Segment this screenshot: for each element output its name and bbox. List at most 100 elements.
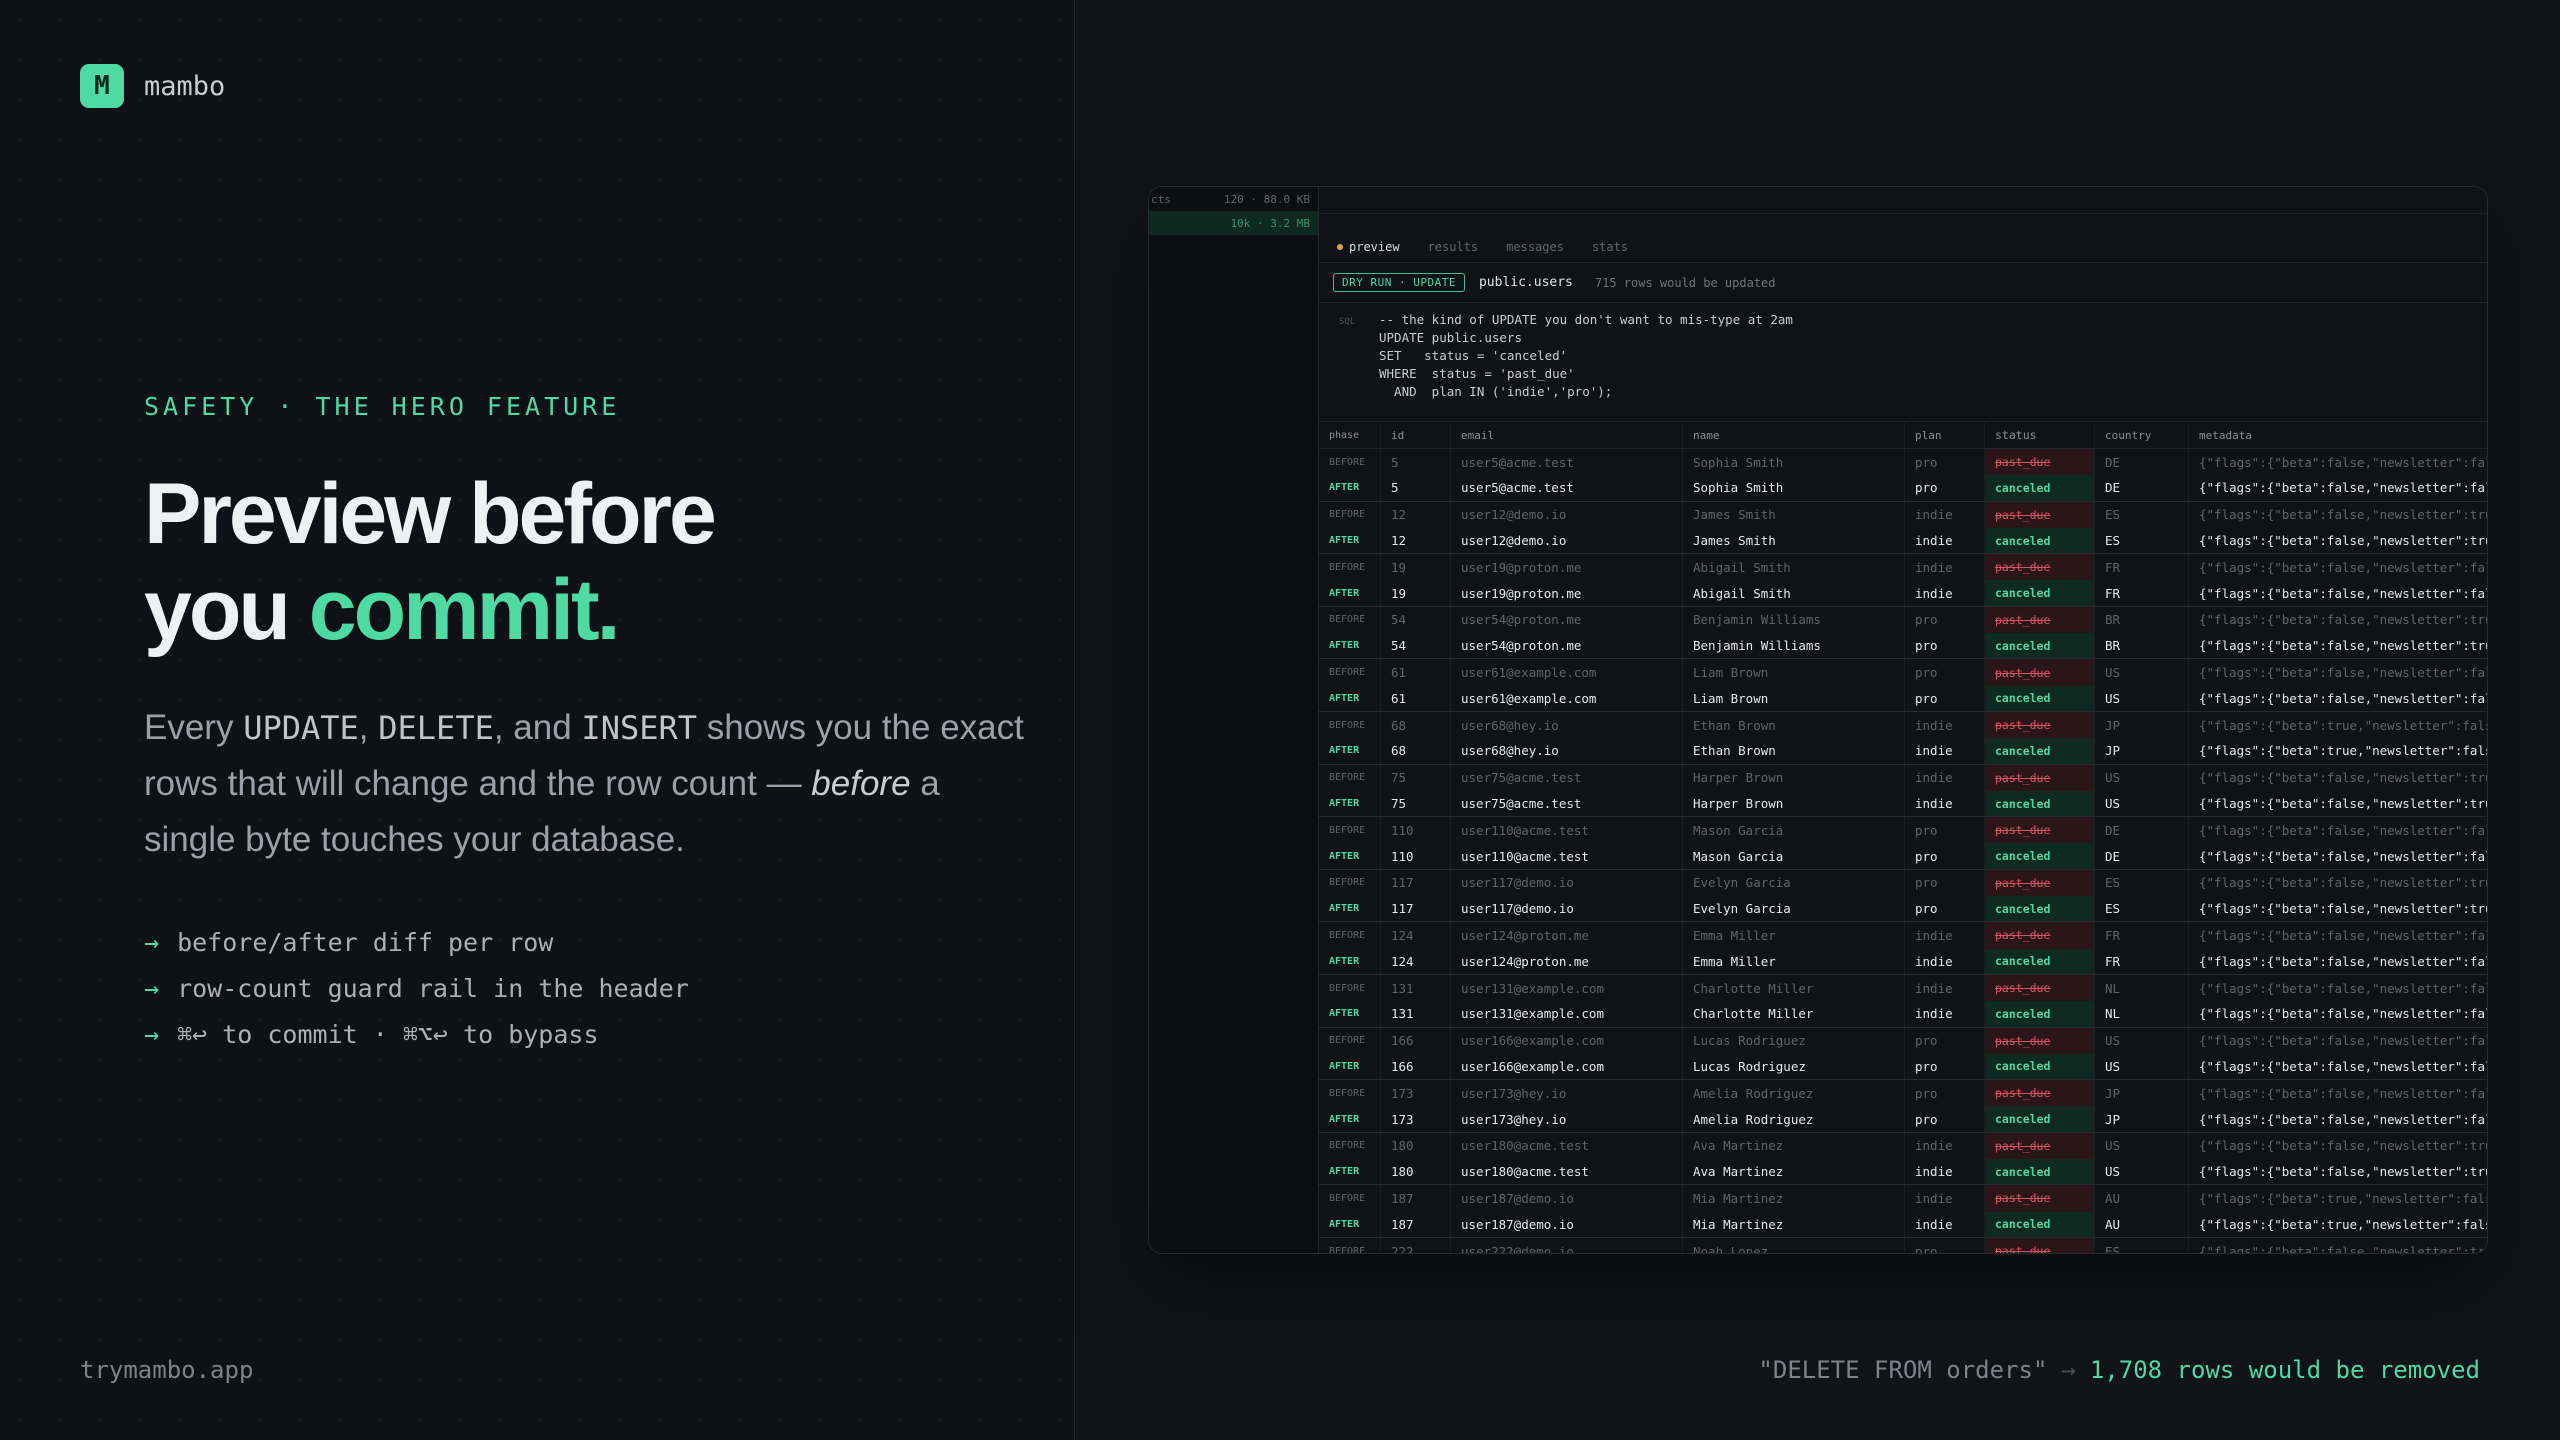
- column-header-metadata[interactable]: metadata: [2189, 422, 2487, 448]
- cell-email: user61@example.com: [1451, 659, 1683, 686]
- table-row[interactable]: AFTER 131 user131@example.com Charlotte Mil…: [1319, 1001, 2487, 1028]
- sidebar-item-label: cts: [1151, 192, 1171, 206]
- table-row[interactable]: AFTER 68 user68@hey.io Ethan Brown indie canc…: [1319, 738, 2488, 765]
- cell-name: Benjamin Williams: [1683, 606, 1905, 634]
- column-header-phase[interactable]: phase: [1319, 422, 1381, 448]
- table-row[interactable]: AFTER 110 user110@acme.test Mason Garcia pro…: [1319, 843, 2487, 870]
- cell-metadata: {"flags":{"beta":false,"newsletter":true…: [2199, 796, 2488, 811]
- keyword-insert: INSERT: [581, 709, 698, 747]
- column-header-id[interactable]: id: [1381, 422, 1451, 448]
- cell-id: 110: [1381, 843, 1451, 869]
- cell-metadata: {"flags":{"beta":false,"newsletter":fals…: [2199, 822, 2487, 838]
- cell-plan: pro: [1905, 1237, 1985, 1253]
- arrow-icon: →: [144, 1020, 160, 1049]
- cell-metadata: {"flags":{"beta":false,"newsletter":true…: [2199, 1243, 2488, 1254]
- tab-results[interactable]: results: [1428, 240, 1479, 254]
- table-row[interactable]: BEFORE 124 user124@proton.me Emma Miller ind…: [1319, 922, 2487, 949]
- table-row[interactable]: AFTER 75 user75@acme.test Harper Brown indie…: [1319, 790, 2488, 818]
- column-header-email[interactable]: email: [1451, 422, 1683, 448]
- cell-phase: BEFORE: [1319, 1080, 1381, 1107]
- cell-id: 187: [1381, 1211, 1451, 1237]
- cell-name: Ava Martinez: [1683, 1132, 1905, 1160]
- table-row[interactable]: AFTER 54 user54@proton.me Benjamin Williams…: [1319, 633, 2487, 660]
- table-row[interactable]: BEFORE 117 user117@demo.io Evelyn Garcia pro…: [1319, 869, 2487, 897]
- table-row[interactable]: BEFORE 61 user61@example.com Liam Brown pro p…: [1319, 659, 2487, 686]
- table-row[interactable]: AFTER 117 user117@demo.io Evelyn Garcia pro c…: [1319, 896, 2487, 923]
- cell-phase: BEFORE: [1319, 817, 1381, 844]
- column-header-status[interactable]: status: [1985, 422, 2095, 448]
- cell-metadata: {"flags":{"beta":false,"newsletter":fals…: [2199, 927, 2487, 943]
- table-row[interactable]: BEFORE 12 user12@demo.io James Smith indie pa…: [1319, 501, 2487, 528]
- table-row[interactable]: BEFORE 68 user68@hey.io Ethan Brown indie pas…: [1319, 711, 2488, 739]
- cell-email: user117@demo.io: [1451, 896, 1683, 922]
- cell-country: FR: [2095, 554, 2189, 581]
- brand[interactable]: M mambo: [80, 64, 225, 108]
- table-row[interactable]: BEFORE 187 user187@demo.io Mia Martinez indi…: [1319, 1185, 2487, 1212]
- cell-metadata: {"flags":{"beta":true,"newsletter":false…: [2199, 743, 2488, 759]
- table-row[interactable]: AFTER 124 user124@proton.me Emma Miller indi…: [1319, 948, 2487, 975]
- feature-text: ⌘↩ to commit · ⌘⌥↩ to bypass: [177, 1020, 599, 1049]
- cell-email: user187@demo.io: [1451, 1211, 1683, 1237]
- cell-metadata: {"flags":{"beta":false,"newsletter":fals…: [2199, 1085, 2487, 1101]
- table-row[interactable]: AFTER 187 user187@demo.io Mia Martinez indie…: [1319, 1211, 2487, 1238]
- lede-text: ,: [358, 708, 379, 747]
- cell-phase: AFTER: [1319, 948, 1381, 974]
- table-row[interactable]: BEFORE 180 user180@acme.test Ava Martinez in…: [1319, 1132, 2487, 1160]
- table-row[interactable]: BEFORE 5 user5@acme.test Sophia Smith pro pas…: [1319, 449, 2487, 476]
- cell-metadata: {"flags":{"beta":false,"newsletter":true…: [2199, 1164, 2488, 1180]
- cell-status: past_due: [1985, 606, 2095, 634]
- cell-country: US: [2095, 790, 2189, 817]
- cell-phase: AFTER: [1319, 475, 1381, 501]
- column-header-country[interactable]: country: [2095, 422, 2189, 448]
- table-row[interactable]: BEFORE 166 user166@example.com Lucas Rodrig…: [1319, 1027, 2487, 1054]
- cell-email: user12@demo.io: [1451, 501, 1683, 528]
- cell-name: Evelyn Garcia: [1683, 896, 1905, 922]
- column-header-plan[interactable]: plan: [1905, 422, 1985, 448]
- cell-metadata: {"flags":{"beta":false,"newsletter":fals…: [2199, 690, 2487, 706]
- cell-status: past_due: [1985, 711, 2095, 739]
- tab-stats[interactable]: stats: [1592, 240, 1628, 254]
- cell-metadata: {"flags":{"beta":true,"newsletter":false…: [2199, 717, 2488, 733]
- cell-email: user166@example.com: [1451, 1053, 1683, 1080]
- table-row[interactable]: AFTER 180 user180@acme.test Ava Martinez ind…: [1319, 1159, 2488, 1186]
- footer-url[interactable]: trymambo.app: [80, 1356, 253, 1384]
- cell-status: past_due: [1985, 1185, 2095, 1212]
- hero-panel: M mambo SAFETY · THE HERO FEATURE Previe…: [0, 0, 1075, 1440]
- column-header-name[interactable]: name: [1683, 422, 1905, 448]
- cell-country: DE: [2095, 843, 2189, 869]
- cell-email: user75@acme.test: [1451, 764, 1683, 791]
- cell-plan: indie: [1905, 764, 1985, 791]
- table-row[interactable]: BEFORE 54 user54@proton.me Benjamin William…: [1319, 606, 2487, 634]
- headline-line-2: you: [144, 562, 309, 658]
- tab-messages[interactable]: messages: [1506, 240, 1564, 254]
- dry-run-header: DRY RUN · UPDATE public.users 715 rows w…: [1319, 263, 2487, 303]
- table-row[interactable]: BEFORE 222 user222@demo.io Noah Lopez pro pas…: [1319, 1237, 2488, 1254]
- table-row[interactable]: BEFORE 173 user173@hey.io Amelia Rodriguez p…: [1319, 1080, 2487, 1107]
- cell-plan: pro: [1905, 449, 1985, 476]
- feature-text: row-count guard rail in the header: [177, 974, 689, 1003]
- table-row[interactable]: BEFORE 131 user131@example.com Charlotte Mi…: [1319, 974, 2487, 1002]
- cell-status: past_due: [1985, 764, 2095, 791]
- cell-id: 19: [1381, 554, 1451, 581]
- table-row[interactable]: AFTER 61 user61@example.com Liam Brown pro ca…: [1319, 685, 2487, 712]
- cell-country: ES: [2095, 896, 2189, 922]
- cell-status: past_due: [1985, 1237, 2095, 1253]
- table-row[interactable]: BEFORE 75 user75@acme.test Harper Brown indi…: [1319, 764, 2487, 791]
- table-row[interactable]: AFTER 5 user5@acme.test Sophia Smith pro canc…: [1319, 475, 2487, 502]
- feature-text: before/after diff per row: [177, 928, 554, 957]
- table-row[interactable]: BEFORE 110 user110@acme.test Mason Garcia pr…: [1319, 817, 2487, 844]
- table-row[interactable]: BEFORE 19 user19@proton.me Abigail Smith ind…: [1319, 554, 2487, 581]
- sql-block[interactable]: SQL -- the kind of UPDATE you don't want…: [1319, 311, 2487, 407]
- tab-preview[interactable]: preview: [1337, 240, 1400, 254]
- cell-country: US: [2095, 659, 2189, 686]
- cell-plan: indie: [1905, 501, 1985, 528]
- table-row[interactable]: AFTER 12 user12@demo.io James Smith indie can…: [1319, 527, 2487, 555]
- cell-id: 54: [1381, 606, 1451, 634]
- table-row[interactable]: AFTER 166 user166@example.com Lucas Rodrigu…: [1319, 1053, 2487, 1081]
- sidebar-item-objects[interactable]: cts 120 · 88.0 KB: [1149, 187, 1318, 211]
- cell-name: Charlotte Miller: [1683, 1001, 1905, 1027]
- table-row[interactable]: AFTER 173 user173@hey.io Amelia Rodriguez pr…: [1319, 1106, 2487, 1133]
- table-row[interactable]: AFTER 19 user19@proton.me Abigail Smith indi…: [1319, 580, 2487, 607]
- sidebar-item-users[interactable]: 10k · 3.2 MB: [1149, 211, 1318, 235]
- sidebar: cts 120 · 88.0 KB 10k · 3.2 MB: [1149, 187, 1319, 1253]
